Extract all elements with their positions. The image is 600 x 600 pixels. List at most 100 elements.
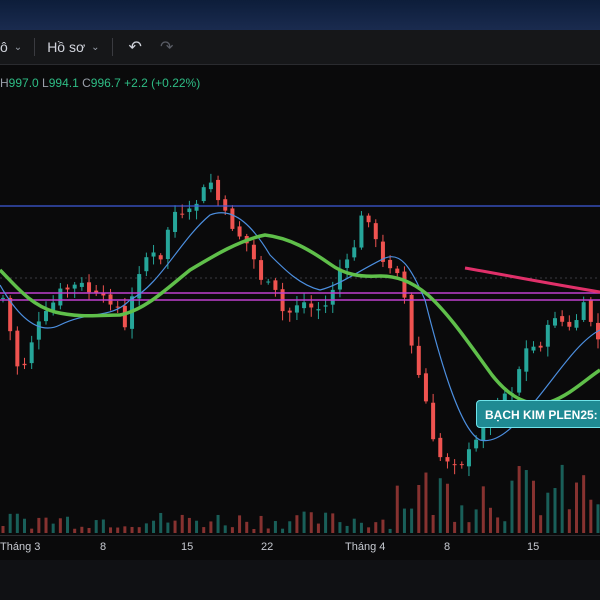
volume-bar — [266, 528, 270, 533]
candle-body — [409, 294, 414, 346]
volume-bar — [44, 517, 48, 533]
redo-arrow-icon[interactable]: ↷ — [160, 37, 173, 57]
volume-bar — [359, 522, 363, 533]
candle-body — [416, 345, 421, 375]
volume-bar — [417, 484, 421, 533]
symbol-price-tag[interactable]: BẠCH KIM PLEN25: — [476, 400, 600, 428]
candle-body — [302, 302, 307, 309]
volume-bar — [546, 492, 550, 533]
bottom-panel — [0, 560, 600, 600]
volume-bar — [80, 526, 84, 533]
volume-bar — [23, 518, 27, 533]
tag-label: BẠCH KIM PLEN25: — [485, 408, 598, 422]
volume-bar — [496, 517, 500, 533]
candle-body — [316, 309, 321, 311]
candle-body — [22, 363, 27, 366]
candle-body — [237, 226, 242, 237]
candle-body — [552, 318, 557, 326]
candle-body — [72, 284, 77, 289]
volume-bar — [223, 525, 227, 533]
x-tick-label: Tháng 4 — [345, 541, 386, 553]
volume-bar — [173, 520, 177, 533]
candle-body — [531, 346, 536, 351]
candle-body — [445, 457, 450, 462]
candle-body — [459, 464, 464, 466]
time-axis[interactable] — [0, 535, 600, 561]
candle-body — [223, 199, 228, 211]
candle-body — [44, 310, 49, 322]
candle-body — [309, 303, 314, 308]
volume-bar — [8, 513, 12, 533]
candle-body — [545, 324, 550, 347]
volume-bar — [58, 518, 62, 533]
candle-body — [79, 282, 84, 287]
x-tick-label: 15 — [181, 541, 194, 553]
candle-body — [574, 320, 579, 328]
volume-bar — [216, 514, 220, 533]
volume-bar — [524, 470, 528, 533]
volume-bar — [503, 521, 507, 533]
volume-bar — [438, 478, 442, 533]
volume-bar — [474, 509, 478, 533]
volume-bar — [209, 521, 213, 533]
volume-bar — [309, 512, 313, 533]
toolbar-separator — [34, 38, 36, 56]
volume-bar — [352, 518, 356, 533]
price-chart[interactable] — [0, 64, 600, 600]
volume-bar — [395, 485, 399, 533]
candle-body — [294, 305, 299, 313]
undo-arrow-icon[interactable]: ↶ — [129, 37, 142, 57]
candle-body — [29, 342, 34, 364]
candle-body — [352, 247, 357, 258]
candle-body — [431, 402, 436, 440]
volume-bar — [259, 515, 263, 533]
volume-bar — [388, 528, 392, 533]
volume-bar — [116, 527, 120, 533]
chart-toolbar: ô ⌄ Hồ sơ ⌄ ↶ ↷ — [0, 30, 600, 65]
volume-bar — [453, 521, 457, 533]
volume-bar — [510, 480, 514, 533]
volume-bar — [51, 523, 55, 533]
volume-bar — [152, 520, 156, 533]
volume-bar — [331, 513, 335, 533]
candle-body — [517, 369, 522, 393]
candle-body — [452, 464, 457, 466]
candle-body — [423, 373, 428, 402]
candle-body — [287, 310, 292, 313]
volume-bar — [273, 521, 277, 533]
volume-bar — [94, 520, 98, 533]
volume-bar — [109, 527, 113, 533]
candle-body — [1, 297, 5, 299]
candle-body — [180, 213, 185, 215]
volume-bar — [410, 508, 414, 533]
volume-bar — [424, 472, 428, 533]
candle-body — [567, 321, 572, 327]
candle-body — [373, 223, 378, 240]
candle-body — [466, 449, 471, 467]
candle-body — [201, 187, 206, 202]
candle-body — [438, 437, 443, 458]
candle-body — [36, 321, 41, 340]
x-tick-label: 15 — [527, 541, 540, 553]
volume-bar — [431, 514, 435, 533]
volume-bar — [338, 522, 342, 533]
candle-body — [345, 259, 350, 268]
app-top-bar — [0, 0, 600, 30]
toolbar-dropdown-left[interactable]: ô ⌄ — [0, 39, 22, 55]
candle-body — [58, 288, 63, 306]
volume-bar — [159, 512, 163, 533]
volume-bar — [582, 475, 586, 533]
candle-body — [388, 259, 393, 269]
toolbar-separator — [111, 38, 113, 56]
candle-body — [115, 306, 120, 308]
x-tick-label: 8 — [100, 541, 107, 553]
volume-bar — [381, 519, 385, 533]
candle-body — [151, 252, 156, 257]
pink-trend-line — [464, 266, 600, 294]
candle-body — [251, 244, 256, 260]
volume-bar — [1, 525, 5, 533]
candle-body — [560, 316, 565, 322]
volume-bar — [123, 526, 127, 533]
volume-bar — [37, 517, 41, 533]
profile-dropdown[interactable]: Hồ sơ ⌄ — [47, 39, 99, 55]
